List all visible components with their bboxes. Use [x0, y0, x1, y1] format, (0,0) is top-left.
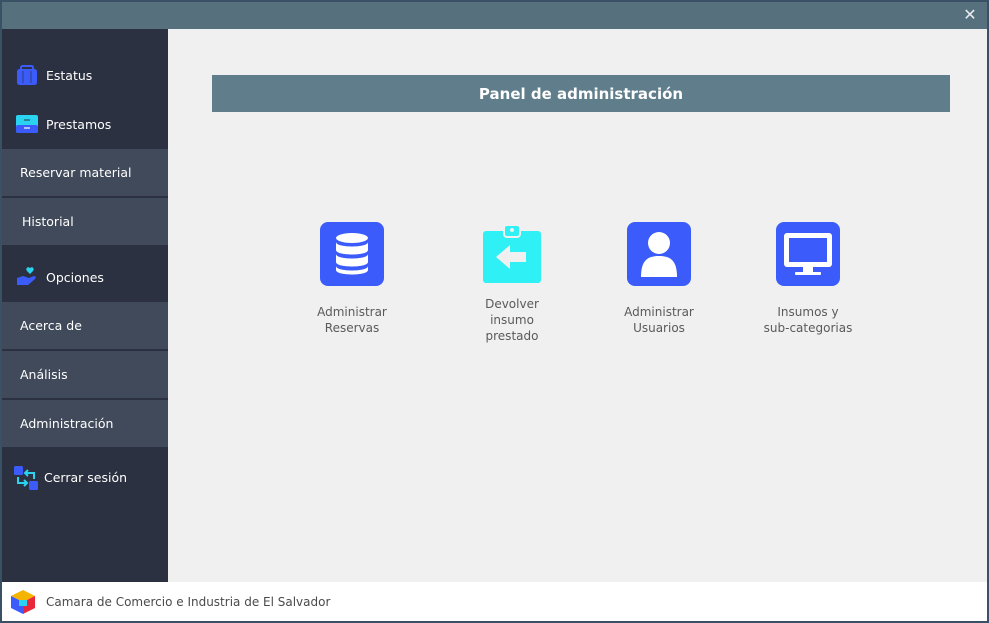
- monitor-icon: [776, 222, 840, 286]
- logout-exchange-icon: [14, 466, 38, 490]
- sidebar-label: Acerca de: [20, 318, 82, 333]
- sidebar-item-reservar-material[interactable]: Reservar material: [2, 149, 168, 197]
- title-bar: ✕: [2, 2, 987, 29]
- insumos-subcategorias-button[interactable]: Insumos y sub-categorias: [748, 222, 868, 336]
- tile-label: Insumos y sub-categorias: [763, 305, 853, 335]
- sidebar-item-opciones[interactable]: Opciones: [2, 253, 168, 301]
- tile-label: Administrar Reservas: [317, 305, 387, 335]
- administrar-usuarios-button[interactable]: Administrar Usuarios: [599, 222, 719, 336]
- briefcase-icon: [16, 64, 38, 86]
- devolver-insumo-button[interactable]: Devolver insumo prestado: [452, 222, 572, 344]
- sidebar-item-estatus[interactable]: Estatus: [2, 51, 168, 99]
- sidebar: Estatus Prestamos Reservar material Hist…: [2, 29, 168, 582]
- sidebar-label: Reservar material: [20, 165, 132, 180]
- clipboard-return-icon: [480, 222, 544, 286]
- app-window: ✕ Estatus Prestamos Reservar material Hi…: [0, 0, 989, 623]
- user-icon: [627, 222, 691, 286]
- sidebar-label: Prestamos: [46, 116, 112, 132]
- sidebar-item-historial[interactable]: Historial: [2, 198, 168, 246]
- database-icon: [320, 222, 384, 286]
- sidebar-item-acerca-de[interactable]: Acerca de: [2, 302, 168, 350]
- sidebar-label: Historial: [22, 214, 74, 229]
- hand-heart-icon: [16, 266, 38, 288]
- company-logo: [10, 589, 36, 615]
- sidebar-item-administracion[interactable]: Administración: [2, 400, 168, 448]
- sidebar-label: Cerrar sesión: [44, 469, 128, 485]
- sidebar-label: Administración: [20, 416, 114, 431]
- sidebar-item-analisis[interactable]: Análisis: [2, 351, 168, 399]
- sidebar-label: Análisis: [20, 367, 68, 382]
- sidebar-item-prestamos[interactable]: Prestamos: [2, 100, 168, 148]
- sidebar-label: Opciones: [46, 269, 104, 285]
- administrar-reservas-button[interactable]: Administrar Reservas: [292, 222, 412, 336]
- footer: Camara de Comercio e Industria de El Sal…: [2, 582, 987, 621]
- sidebar-item-cerrar-sesion[interactable]: Cerrar sesión: [2, 453, 168, 501]
- drawer-icon: [16, 113, 38, 135]
- tile-label: Devolver insumo prestado: [485, 297, 539, 343]
- page-title: Panel de administración: [212, 75, 950, 112]
- footer-text: Camara de Comercio e Industria de El Sal…: [46, 594, 331, 609]
- sidebar-label: Estatus: [46, 67, 93, 83]
- tile-label: Administrar Usuarios: [624, 305, 694, 335]
- close-button[interactable]: ✕: [961, 6, 979, 24]
- main-content: Panel de administración Administrar Rese…: [168, 29, 987, 582]
